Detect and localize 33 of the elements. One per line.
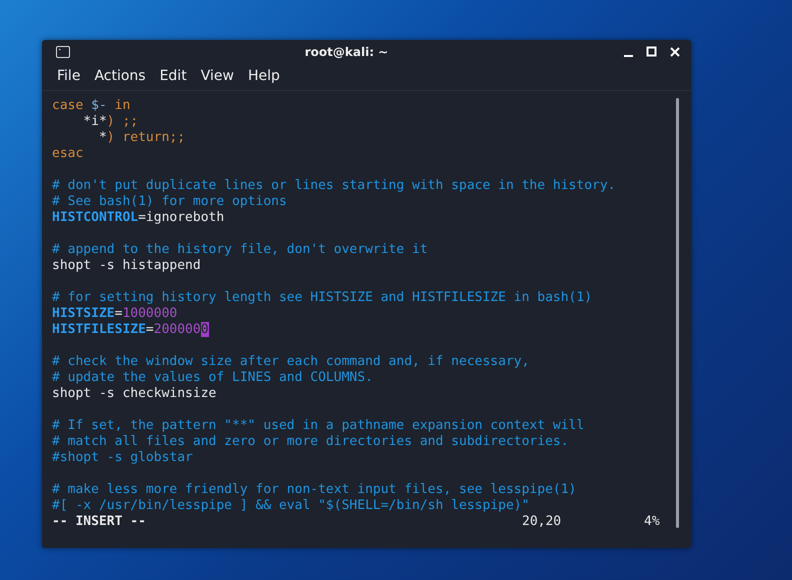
code-line: # don't put duplicate lines or lines starting with space in the history. [52, 178, 617, 194]
menu-item[interactable]: File [57, 68, 80, 84]
code-line: *) return;; [98, 130, 186, 146]
code-line: # for setting history length see HISTSIZE and HISTFILESIZE in bash(1) [52, 290, 594, 306]
code-line: *i*) ;; [82, 114, 140, 130]
code-line: # If set, the pattern "**" used in a pathname expansion context will [52, 418, 586, 434]
code-line: # match all files and zero or more directories and subdirectories. [52, 434, 570, 450]
menu-item[interactable]: Edit [160, 68, 187, 84]
window-title: root@kali: ~ [304, 45, 390, 59]
code-line: HISTSIZE=1000000 [52, 306, 178, 322]
menu-item[interactable]: Help [248, 68, 280, 84]
code-line: esac [52, 146, 84, 162]
menu-item[interactable]: Actions [94, 68, 146, 84]
mode-indicator: -- INSERT -- [52, 514, 147, 530]
close-icon[interactable] [669, 46, 681, 58]
code-line: shopt -s histappend [52, 258, 202, 274]
code-line: case $- in [52, 98, 132, 114]
maximize-icon[interactable] [646, 46, 658, 58]
code-line: # append to the history file, don't overwrite it [52, 242, 429, 258]
scrollbar[interactable] [676, 98, 679, 528]
code-line: HISTFILESIZE=2000000 [52, 322, 210, 338]
code-line: # update the values of LINES and COLUMNS. [52, 370, 374, 386]
scroll-percentage: 4% [644, 514, 660, 530]
code-line: HISTCONTROL=ignoreboth [52, 210, 226, 226]
code-line: # make less more friendly for non-text input files, see lesspipe(1) [52, 482, 578, 498]
code-line: # check the window size after each command and, if necessary, [52, 354, 530, 370]
cursor-position: 20,20 [522, 514, 562, 530]
code-line: shopt -s checkwinsize [52, 386, 218, 402]
menu-item[interactable]: View [200, 68, 234, 84]
code-line: #[ -x /usr/bin/lesspipe ] && eval "$(SHELL=/bin/sh lesspipe)" [52, 498, 530, 514]
code-line: #shopt -s globstar [52, 450, 194, 466]
terminal-icon [56, 46, 70, 58]
code-line: # See bash(1) for more options [52, 194, 288, 210]
